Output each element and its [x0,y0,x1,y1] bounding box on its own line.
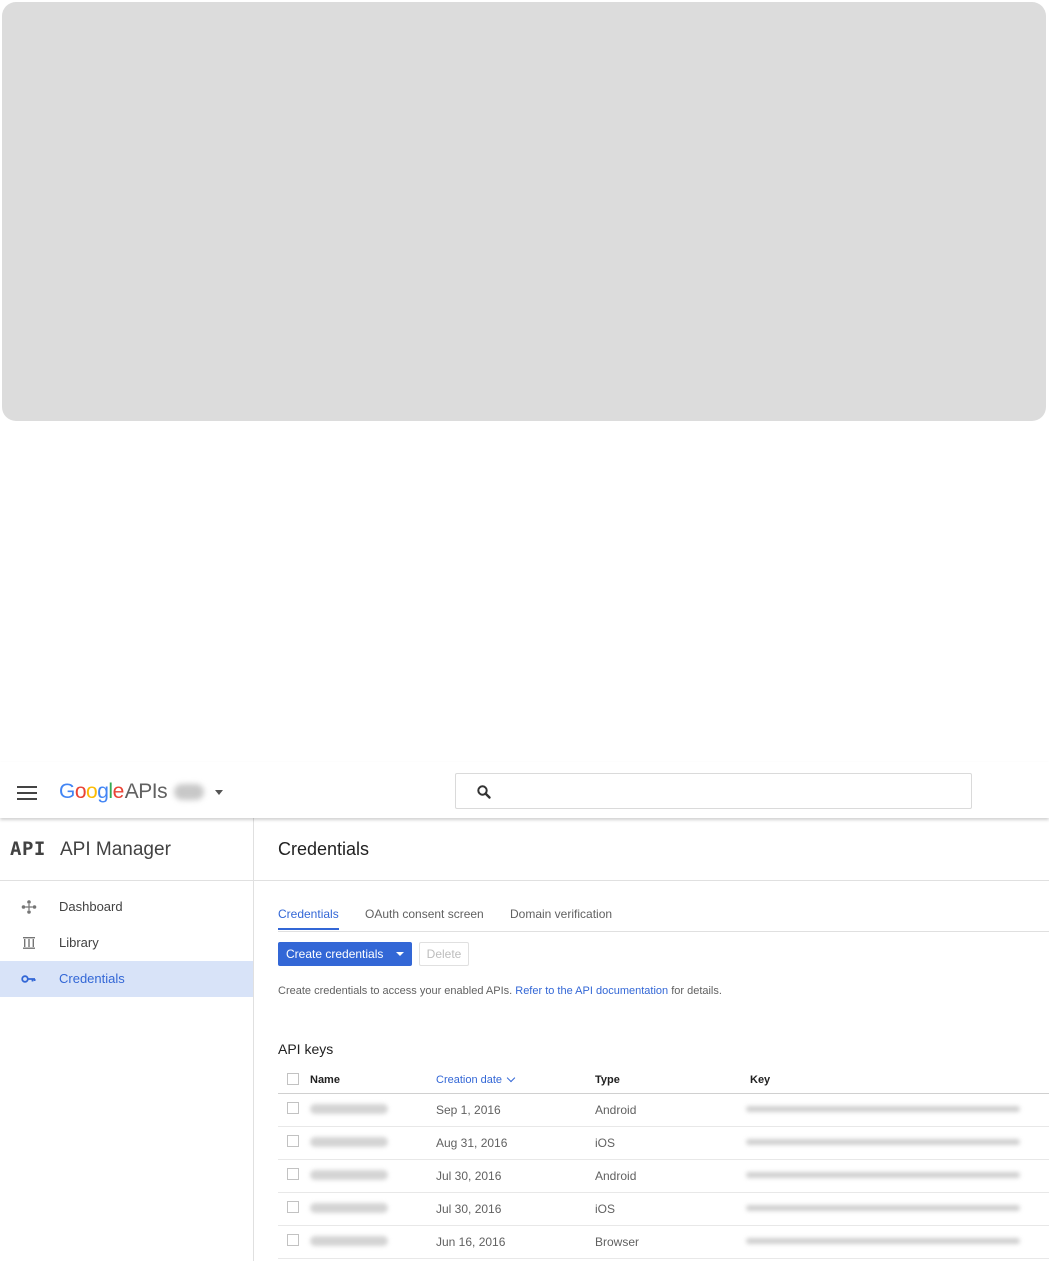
sidebar-item-label: Library [59,935,99,950]
api-badge: API [10,838,46,860]
page-title: Credentials [278,839,370,859]
logo-letter: o [74,780,87,803]
sidebar-header: API API Manager [0,818,253,881]
api-keys-table: Name Creation date Type Key Sep 1, 2016 … [278,1068,1049,1259]
caret-down-icon [396,952,404,956]
creation-date-cell: Jun 16, 2016 [436,1235,506,1249]
select-all-checkbox[interactable] [287,1073,299,1085]
google-apis-logo[interactable]: GoogleAPIs [59,780,168,804]
tab-oauth-consent-screen[interactable]: OAuth consent screen [365,907,484,928]
redacted-key-value [746,1205,1020,1211]
logo-letter: g [97,780,109,803]
sidebar-item-label: Credentials [59,971,125,986]
sidebar-item-label: Dashboard [59,899,123,914]
type-cell: Android [595,1103,637,1117]
chevron-down-icon [506,1073,516,1083]
column-header-name[interactable]: Name [310,1074,340,1086]
creation-date-cell: Aug 31, 2016 [436,1136,508,1150]
search-icon [477,785,491,799]
table-row[interactable]: Jul 30, 2016 iOS [278,1193,1049,1226]
type-cell: iOS [595,1136,616,1150]
column-header-type[interactable]: Type [595,1074,620,1086]
delete-button[interactable]: Delete [419,942,469,966]
tab-credentials[interactable]: Credentials [278,907,339,930]
search-input[interactable] [455,773,972,809]
logo-suffix: APIs [124,780,168,803]
column-header-creation-date-label: Creation date [436,1074,503,1086]
api-documentation-link[interactable]: Refer to the API documentation [515,985,668,997]
create-credentials-button[interactable]: Create credentials [278,942,412,966]
row-checkbox[interactable] [287,1135,299,1147]
creation-date-cell: Jul 30, 2016 [436,1202,502,1216]
redacted-key-name[interactable] [310,1137,388,1147]
info-suffix: for details. [671,985,722,997]
credentials-info-text: Create credentials to access your enable… [278,985,722,997]
tab-domain-verification[interactable]: Domain verification [510,907,612,928]
creation-date-cell: Jul 30, 2016 [436,1169,502,1183]
create-credentials-label: Create credentials [286,947,384,961]
library-icon [23,937,35,949]
menu-icon[interactable] [17,786,37,800]
page-header: Credentials [254,818,1049,881]
redacted-key-value [746,1238,1020,1244]
type-cell: Browser [595,1235,640,1249]
tab-bar: Credentials OAuth consent screen Domain … [278,906,1049,932]
api-keys-title: API keys [278,1041,334,1057]
redacted-key-value [746,1106,1020,1112]
project-selector[interactable] [174,780,230,806]
redacted-key-name[interactable] [310,1104,388,1114]
sidebar-title: API Manager [60,839,171,860]
table-header-row: Name Creation date Type Key [278,1068,1049,1094]
top-app-bar: GoogleAPIs [0,762,1049,818]
row-checkbox[interactable] [287,1102,299,1114]
sidebar-item-library[interactable]: Library [0,925,253,961]
table-row[interactable]: Sep 1, 2016 Android [278,1094,1049,1127]
column-header-key[interactable]: Key [750,1074,770,1086]
dashboard-icon [21,900,37,914]
sidebar-nav: Dashboard Library Credentials [0,881,253,997]
redacted-key-value [746,1172,1020,1178]
table-row[interactable]: Aug 31, 2016 iOS [278,1127,1049,1160]
sidebar-item-dashboard[interactable]: Dashboard [0,889,253,925]
key-icon [21,975,36,983]
table-row[interactable]: Jun 16, 2016 Browser [278,1226,1049,1259]
row-checkbox[interactable] [287,1168,299,1180]
type-cell: Android [595,1169,637,1183]
redacted-project-name [174,784,204,800]
logo-letter: e [112,780,125,803]
row-checkbox[interactable] [287,1234,299,1246]
info-prefix: Create credentials to access your enable… [278,985,513,997]
redacted-key-name[interactable] [310,1170,388,1180]
redacted-key-name[interactable] [310,1203,388,1213]
sidebar: API API Manager Dashboard Library Creden… [0,818,254,1261]
column-header-creation-date[interactable]: Creation date [436,1073,516,1086]
main-content: Credentials Credentials OAuth consent sc… [254,818,1049,1261]
type-cell: iOS [595,1202,616,1216]
caret-down-icon [215,790,223,795]
redacted-key-name[interactable] [310,1236,388,1246]
creation-date-cell: Sep 1, 2016 [436,1103,501,1117]
row-checkbox[interactable] [287,1201,299,1213]
sidebar-item-credentials[interactable]: Credentials [0,961,253,997]
logo-letter: o [86,780,98,803]
redacted-key-value [746,1139,1020,1145]
blank-placeholder-panel [2,2,1046,421]
logo-letter: G [59,780,75,803]
table-row[interactable]: Jul 30, 2016 Android [278,1160,1049,1193]
